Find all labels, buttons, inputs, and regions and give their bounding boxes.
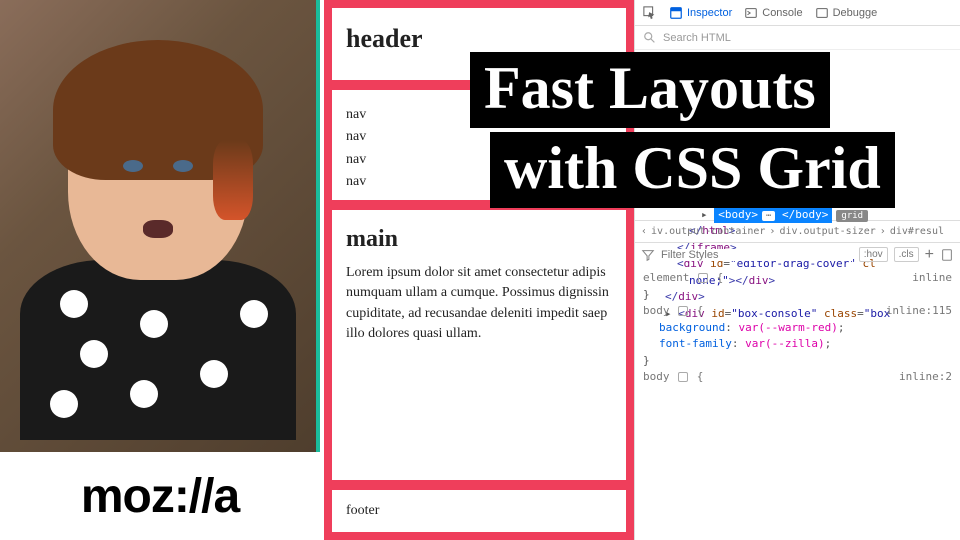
- breadcrumb[interactable]: ‹ iv.output-container› div.output-sizer›…: [635, 220, 960, 242]
- tab-inspector[interactable]: Inspector: [669, 6, 732, 20]
- main-heading: main: [346, 226, 612, 253]
- header-label: header: [346, 24, 612, 54]
- add-rule-button[interactable]: +: [925, 246, 934, 264]
- filter-styles-input[interactable]: [661, 249, 853, 261]
- tab-console[interactable]: Console: [744, 6, 802, 20]
- tab-debugger[interactable]: Debugge: [815, 6, 878, 20]
- search-icon: [643, 31, 657, 45]
- page-footer-cell: footer: [332, 490, 626, 532]
- clipboard-icon[interactable]: [940, 248, 954, 262]
- mozilla-logo: moz://a: [0, 452, 320, 540]
- presenter-photo: moz://a: [0, 0, 320, 540]
- devtools-tabs: Inspector Console Debugge: [635, 0, 960, 26]
- footer-label: footer: [346, 503, 379, 519]
- element-picker-icon[interactable]: [643, 6, 657, 20]
- search-placeholder: Search HTML: [663, 32, 731, 44]
- video-title-line1: Fast Layouts: [470, 52, 830, 128]
- page-main-cell: main Lorem ipsum dolor sit amet consecte…: [332, 210, 626, 480]
- main-body-text: Lorem ipsum dolor sit amet consectetur a…: [346, 263, 612, 344]
- logo-text: moz://a: [81, 469, 239, 524]
- styles-rules[interactable]: element {inline } body {inline:115 backg…: [635, 266, 960, 390]
- html-search[interactable]: Search HTML: [635, 26, 960, 50]
- hov-toggle[interactable]: :hov: [859, 247, 888, 262]
- cls-toggle[interactable]: .cls: [894, 247, 919, 262]
- filter-icon: [641, 248, 655, 262]
- grid-badge[interactable]: grid: [836, 210, 868, 222]
- video-title-line2: with CSS Grid: [490, 132, 895, 208]
